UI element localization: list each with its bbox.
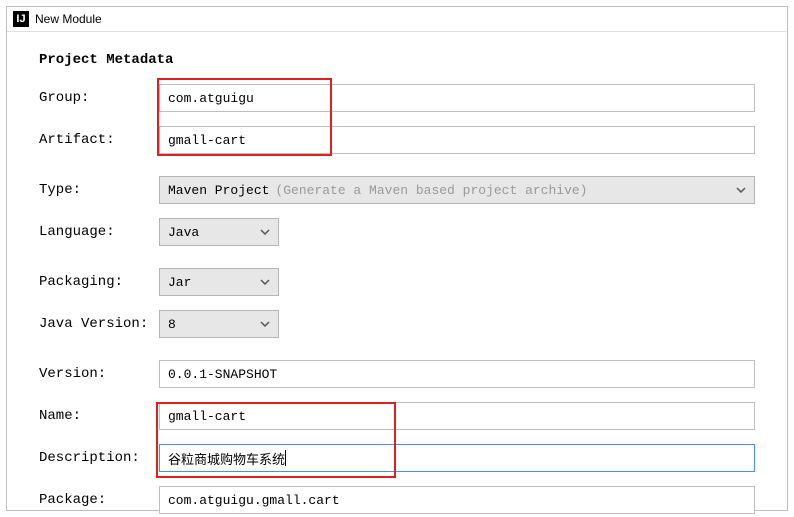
java-version-value: 8 — [168, 317, 176, 332]
label-language: Language: — [39, 224, 159, 240]
label-package: Package: — [39, 492, 159, 508]
row-package: Package: — [39, 484, 755, 516]
label-type: Type: — [39, 182, 159, 198]
titlebar: IJ New Module — [7, 7, 787, 32]
packaging-value: Jar — [168, 275, 191, 290]
chevron-down-icon — [250, 229, 270, 235]
type-hint: (Generate a Maven based project archive) — [275, 183, 587, 198]
row-java-version: Java Version: 8 — [39, 308, 755, 340]
dialog-window: IJ New Module Project Metadata Group: Ar… — [6, 6, 788, 511]
row-artifact: Artifact: — [39, 124, 755, 156]
section-title: Project Metadata — [39, 52, 755, 68]
dialog-content: Project Metadata Group: Artifact: Type: — [7, 32, 787, 517]
form-area: Group: Artifact: Type: Maven Project ( — [39, 82, 755, 516]
description-value: 谷粒商城购物车系统 — [168, 449, 285, 468]
type-value: Maven Project — [168, 183, 269, 198]
name-input[interactable] — [159, 402, 755, 430]
chevron-down-icon — [250, 321, 270, 327]
version-input[interactable] — [159, 360, 755, 388]
language-value: Java — [168, 225, 199, 240]
package-input[interactable] — [159, 486, 755, 514]
row-group: Group: — [39, 82, 755, 114]
row-name: Name: — [39, 400, 755, 432]
chevron-down-icon — [726, 187, 746, 193]
packaging-select[interactable]: Jar — [159, 268, 279, 296]
type-select[interactable]: Maven Project (Generate a Maven based pr… — [159, 176, 755, 204]
row-language: Language: Java — [39, 216, 755, 248]
artifact-input[interactable] — [159, 126, 755, 154]
label-group: Group: — [39, 90, 159, 106]
intellij-icon: IJ — [13, 11, 29, 27]
label-artifact: Artifact: — [39, 132, 159, 148]
group-input[interactable] — [159, 84, 755, 112]
language-select[interactable]: Java — [159, 218, 279, 246]
row-description: Description: 谷粒商城购物车系统 — [39, 442, 755, 474]
row-type: Type: Maven Project (Generate a Maven ba… — [39, 174, 755, 206]
row-packaging: Packaging: Jar — [39, 266, 755, 298]
label-version: Version: — [39, 366, 159, 382]
window-title: New Module — [35, 12, 102, 26]
text-cursor — [285, 450, 286, 466]
label-packaging: Packaging: — [39, 274, 159, 290]
chevron-down-icon — [250, 279, 270, 285]
java-version-select[interactable]: 8 — [159, 310, 279, 338]
row-version: Version: — [39, 358, 755, 390]
label-name: Name: — [39, 408, 159, 424]
label-java-version: Java Version: — [39, 316, 159, 332]
description-input[interactable]: 谷粒商城购物车系统 — [159, 444, 755, 472]
label-description: Description: — [39, 450, 159, 466]
